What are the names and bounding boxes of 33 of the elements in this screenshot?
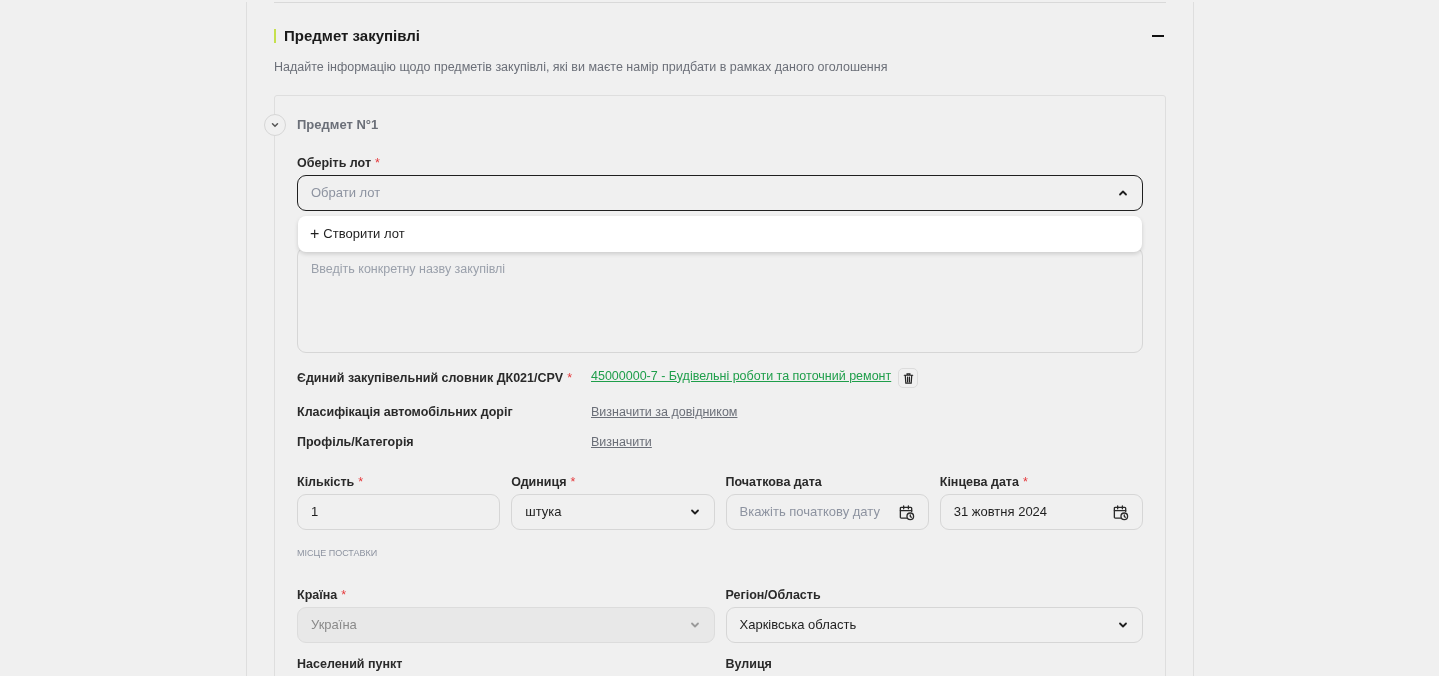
define-link[interactable]: Визначити (591, 432, 652, 452)
field-label: Вулиця (725, 657, 773, 671)
field-label: Початкова дата (725, 475, 823, 489)
delete-button[interactable] (898, 368, 919, 388)
dropdown-select[interactable]: штука (511, 494, 715, 530)
define-link[interactable]: Визначити за довідником (591, 402, 738, 422)
section-title: Предмет закупівлі (284, 25, 420, 46)
cpv-link[interactable]: 45000000-7 - Будівельні роботи та поточний ремонт (591, 366, 892, 386)
field-label: Країна * (297, 588, 348, 602)
field-label: Єдиний закупівельний словник ДК021/CPV * (297, 371, 574, 385)
dropdown-option[interactable]: + Створити лот (298, 219, 1142, 249)
calendar-clock-icon (1112, 503, 1129, 521)
chevron-down-icon (270, 120, 280, 130)
calendar-clock-icon (897, 503, 915, 521)
trash-icon (901, 371, 915, 385)
section-description: Надайте інформацію щодо предметів закупівлі, які ви маєте намір придбати в рамках даного оголошення (274, 59, 889, 75)
input-field[interactable]: 1 (297, 494, 501, 530)
field-label: Регіон/Область (725, 588, 822, 602)
field-label: Кількість * (297, 475, 365, 489)
dropdown-select[interactable]: Харківська область (725, 607, 1143, 643)
field-label: Кінцева дата * (939, 475, 1029, 489)
collapse-toggle-button[interactable] (264, 114, 286, 136)
item-title: Предмет N°1 (297, 116, 380, 135)
field-label: Профіль/Категорія (297, 435, 415, 449)
field-label: Одиниця * (511, 475, 577, 489)
lot-select[interactable]: Обрати лот (297, 175, 1143, 211)
field-label: Населений пункт (297, 657, 404, 671)
date-field[interactable]: Вкажіть початкову дату (725, 494, 929, 530)
date-field[interactable]: 31 жовтня 2024 (939, 494, 1143, 530)
field-label: Оберіть лот * (297, 156, 381, 170)
section-subheading: МІСЦЕ ПОСТАВКИ (297, 549, 379, 559)
field-label: Класифікація автомобільних доріг (297, 405, 514, 419)
accent-bar (274, 29, 276, 43)
